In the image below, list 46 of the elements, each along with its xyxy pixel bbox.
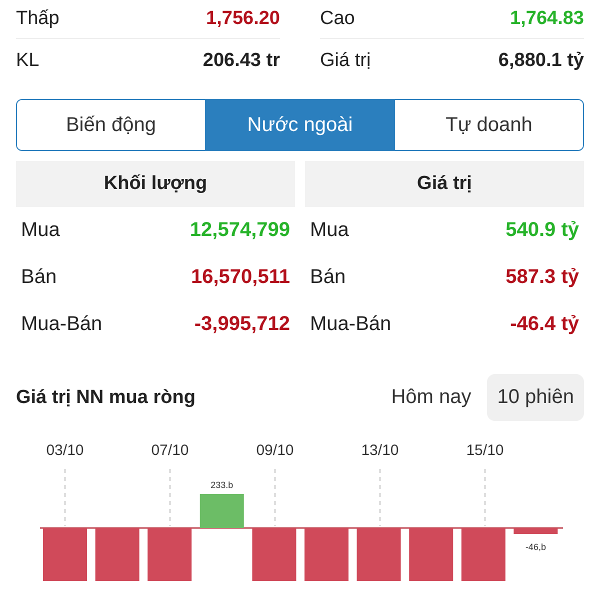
bar <box>148 528 192 581</box>
date-label: 13/10 <box>361 442 399 459</box>
stat-value: 6,880.1 tỷ <box>498 50 584 72</box>
stat-label: Cao <box>320 8 355 30</box>
bar-value-label: -46,b <box>525 542 546 552</box>
bar <box>514 528 558 534</box>
bar <box>200 494 244 528</box>
row-label: Bán <box>21 266 57 289</box>
column-header: Giá trị <box>305 161 584 207</box>
stat-value: 1,756.20 <box>206 8 280 30</box>
stat-value: 206.43 tr <box>202 50 280 72</box>
row-value: -46.4 tỷ <box>510 313 579 336</box>
bar <box>43 528 87 581</box>
row-label: Mua <box>21 219 60 242</box>
bar <box>461 528 506 581</box>
bar <box>409 528 454 581</box>
tab[interactable]: Biến động <box>17 100 206 150</box>
bar <box>356 528 401 581</box>
date-label: 03/10 <box>46 442 84 459</box>
row-label: Mua-Bán <box>21 313 102 336</box>
row-value: 540.9 tỷ <box>506 219 579 242</box>
row-value: 587.3 tỷ <box>506 266 579 289</box>
grid-line <box>64 468 66 526</box>
stat-label: Giá trị <box>320 50 371 72</box>
chart-title: Giá trị NN mua ròng <box>16 386 196 408</box>
bar <box>304 528 348 581</box>
period-button[interactable]: 10 phiên <box>487 374 584 421</box>
bar <box>95 528 140 581</box>
bar-value-label: 233.b <box>210 480 234 490</box>
date-label: 09/10 <box>256 442 294 459</box>
bar <box>252 528 296 581</box>
row-value: 16,570,511 <box>191 266 290 289</box>
stat-label: Thấp <box>16 8 60 30</box>
row-label: Bán <box>310 266 346 289</box>
grid-line <box>274 468 276 526</box>
grid-line <box>484 468 486 526</box>
row-label: Mua <box>310 219 349 242</box>
stat-label: KL <box>16 50 40 72</box>
row-label: Mua-Bán <box>310 313 392 336</box>
row-value: -3,995,712 <box>194 313 290 336</box>
date-label: 15/10 <box>466 442 504 459</box>
stat-value: 1,764.83 <box>510 8 584 30</box>
column-header: Khối lượng <box>16 161 295 207</box>
date-label: 07/10 <box>151 442 189 459</box>
row-value: 12,574,799 <box>190 219 290 242</box>
tab[interactable]: Nước ngoài <box>206 100 395 150</box>
